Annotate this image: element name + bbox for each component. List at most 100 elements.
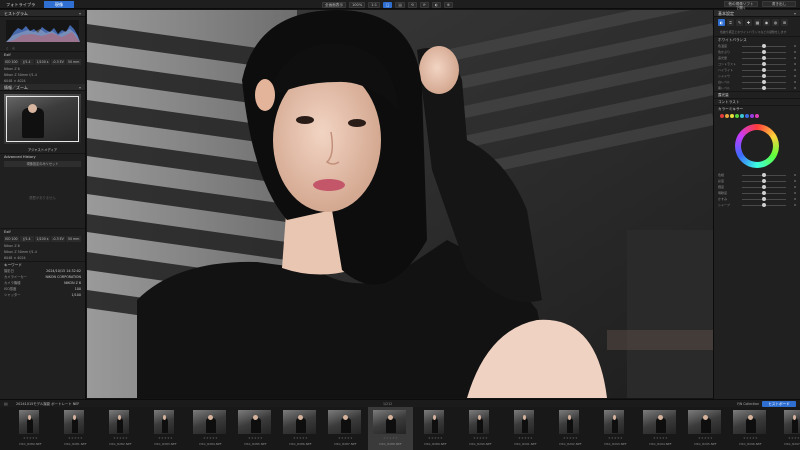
section-hsl[interactable]: カラーミキサー (714, 105, 800, 112)
color-swatch[interactable] (740, 114, 744, 118)
keywords-header[interactable]: キーワード (0, 261, 85, 268)
mask-tool-icon[interactable]: ◍ (772, 19, 779, 26)
slider-track[interactable] (742, 80, 786, 84)
adjust-tool-icon[interactable]: ◐ (718, 19, 725, 26)
filmstrip-thumbnail[interactable]: ★★★★★ DSC_8288.NEF (368, 407, 413, 450)
slider-track[interactable] (742, 179, 786, 183)
slider-knob[interactable] (762, 80, 766, 84)
view-tool-button[interactable]: ⟲ (407, 1, 417, 8)
filmstrip-thumbnail[interactable]: ★★★★★ DSC_8281.NEF (53, 407, 98, 450)
collection-label[interactable]: Y/N Collection (737, 402, 759, 406)
filmstrip-thumbnail[interactable]: ★★★★★ DSC_8295.NEF (683, 407, 728, 450)
rating-stars-icon[interactable]: ★★★★★ (233, 436, 278, 440)
open-external-button[interactable]: 他の現像ソフトで開く (724, 1, 758, 10)
view-tool-button[interactable]: ◐ (431, 1, 442, 8)
basic-settings-header[interactable]: 基本設定 ▾ (714, 10, 800, 17)
slider-knob[interactable] (762, 185, 766, 189)
rating-stars-icon[interactable]: ★★★★★ (278, 436, 323, 440)
reset-history-button[interactable]: 現像設定のみリセット (4, 161, 81, 167)
slider-track[interactable] (742, 197, 786, 201)
rating-stars-icon[interactable]: ★★★★★ (323, 436, 368, 440)
rating-stars-icon[interactable]: ★★★★★ (53, 436, 98, 440)
color-swatch[interactable] (730, 114, 734, 118)
section-white-balance[interactable]: ホワイトバランス (714, 36, 800, 43)
color-wheel[interactable] (735, 124, 779, 168)
slider-knob[interactable] (762, 86, 766, 90)
filmstrip-thumbnail[interactable]: ★★★★★ DSC_8286.NEF (278, 407, 323, 450)
rating-stars-icon[interactable]: ★★★★★ (728, 436, 773, 440)
rating-stars-icon[interactable]: ★★★★★ (368, 436, 413, 440)
grid-tool-icon[interactable]: ⊞ (781, 19, 788, 26)
color-swatch[interactable] (735, 114, 739, 118)
filmstrip-thumbnail[interactable]: ★★★★★ DSC_8280.NEF (8, 407, 53, 450)
rating-stars-icon[interactable]: ★★★★★ (98, 436, 143, 440)
histogram-header[interactable]: ヒストグラム ▾ (0, 10, 85, 17)
slider-track[interactable] (742, 62, 786, 66)
view-tool-button[interactable]: 100% (348, 1, 366, 8)
filmstrip-thumbnail[interactable]: ★★★★★ DSC_8291.NEF (503, 407, 548, 450)
color-swatch[interactable] (745, 114, 749, 118)
filmstrip-thumbnail[interactable]: ★★★★★ DSC_8285.NEF (233, 407, 278, 450)
filmstrip-thumbnail[interactable]: ★★★★★ DSC_8293.NEF (593, 407, 638, 450)
filmstrip-thumbnail[interactable]: ★★★★★ DSC_8284.NEF (188, 407, 233, 450)
slider-track[interactable] (742, 86, 786, 90)
slider-knob[interactable] (762, 74, 766, 78)
tab-library[interactable]: フォトライブラリ (2, 1, 42, 14)
slider-knob[interactable] (762, 56, 766, 60)
view-tool-button[interactable]: ▤ (395, 1, 405, 8)
slider-track[interactable] (742, 185, 786, 189)
export-button[interactable]: 書き出し (762, 1, 796, 7)
slider-track[interactable] (742, 74, 786, 78)
filmstrip-thumbnail[interactable]: ★★★★★ DSC_8297.NEF (773, 407, 800, 450)
tab-develop[interactable]: 現像 (44, 1, 74, 8)
filmstrip-thumbnail[interactable]: ★★★★★ DSC_8292.NEF (548, 407, 593, 450)
brush-tool-icon[interactable]: ✎ (736, 19, 743, 26)
filmstrip-thumbnail[interactable]: ★★★★★ DSC_8283.NEF (143, 407, 188, 450)
slider-knob[interactable] (762, 173, 766, 177)
slider-track[interactable] (742, 173, 786, 177)
filmstrip-thumbnail[interactable]: ★★★★★ DSC_8287.NEF (323, 407, 368, 450)
eye-tool-icon[interactable]: ◉ (763, 19, 770, 26)
rating-stars-icon[interactable]: ★★★★★ (8, 436, 53, 440)
rating-stars-icon[interactable]: ★★★★★ (773, 436, 800, 440)
gradient-tool-icon[interactable]: ▦ (754, 19, 761, 26)
slider-knob[interactable] (762, 62, 766, 66)
slider-track[interactable] (742, 56, 786, 60)
color-swatch[interactable] (720, 114, 724, 118)
exif-header[interactable]: Exif (0, 51, 85, 58)
view-tool-button[interactable]: 全画面表示 (322, 1, 346, 8)
slider-knob[interactable] (762, 50, 766, 54)
slider-knob[interactable] (762, 68, 766, 72)
filmstrip-thumbnail[interactable]: ★★★★★ DSC_8289.NEF (413, 407, 458, 450)
filmstrip-thumbnail[interactable]: ★★★★★ DSC_8290.NEF (458, 407, 503, 450)
heal-tool-icon[interactable]: ✚ (745, 19, 752, 26)
rating-stars-icon[interactable]: ★★★★★ (503, 436, 548, 440)
slider-knob[interactable] (762, 203, 766, 207)
history-header[interactable]: Advanced History (0, 153, 85, 160)
rating-stars-icon[interactable]: ★★★★★ (548, 436, 593, 440)
slider-track[interactable] (742, 44, 786, 48)
slider-track[interactable] (742, 191, 786, 195)
rating-stars-icon[interactable]: ★★★★★ (413, 436, 458, 440)
rating-stars-icon[interactable]: ★★★★★ (458, 436, 503, 440)
moon-icon[interactable]: ☾ (6, 46, 10, 51)
slider-track[interactable] (742, 203, 786, 207)
rating-stars-icon[interactable]: ★★★★★ (593, 436, 638, 440)
view-tool-button[interactable]: ⊕ (444, 1, 454, 8)
rating-stars-icon[interactable]: ★★★★★ (143, 436, 188, 440)
adjust-slider[interactable]: シャープ 0 (714, 202, 800, 208)
filmstrip-thumbnail[interactable]: ★★★★★ DSC_8296.NEF (728, 407, 773, 450)
sun-icon[interactable]: ☼ (12, 46, 16, 51)
slider-knob[interactable] (762, 179, 766, 183)
rating-stars-icon[interactable]: ★★★★★ (638, 436, 683, 440)
color-swatch[interactable] (750, 114, 754, 118)
photo-viewer[interactable] (87, 10, 713, 398)
navigator-header[interactable]: 情報／ズーム ▾ (0, 84, 85, 91)
slider-track[interactable] (742, 68, 786, 72)
view-tool-button[interactable]: □ (383, 1, 393, 8)
navigator-zoom-box[interactable] (6, 96, 79, 142)
exif2-header[interactable]: Exif (0, 228, 85, 235)
section-exposure[interactable]: 露光量 (714, 91, 800, 98)
filmstrip-thumbnail[interactable]: ★★★★★ DSC_8294.NEF (638, 407, 683, 450)
slider-track[interactable] (742, 50, 786, 54)
